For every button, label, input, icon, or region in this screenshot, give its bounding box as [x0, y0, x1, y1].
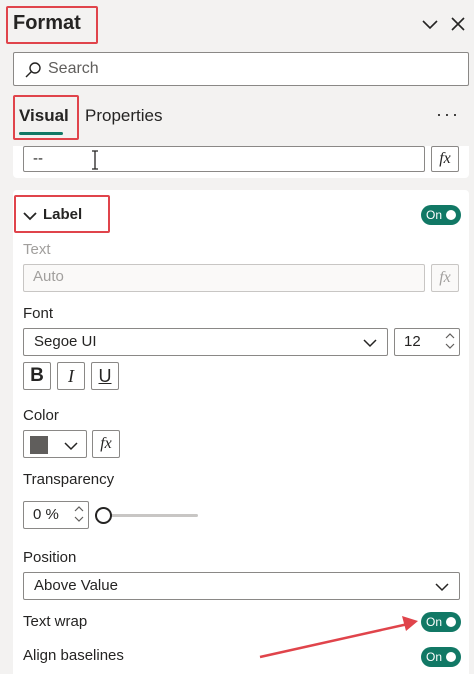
toggle-knob — [446, 652, 456, 662]
header-actions — [420, 14, 468, 34]
transparency-stepper[interactable]: 0 % — [23, 501, 89, 529]
search-input[interactable] — [48, 57, 448, 81]
position-label: Position — [23, 549, 77, 566]
align-baselines-toggle[interactable]: On — [421, 647, 461, 667]
search-box[interactable] — [13, 52, 469, 86]
font-label: Font — [23, 305, 54, 322]
underline-button[interactable]: U — [91, 362, 119, 390]
text-wrap-label: Text wrap — [23, 613, 88, 630]
color-picker[interactable] — [23, 430, 87, 458]
chevron-down-icon — [435, 583, 449, 592]
color-label: Color — [23, 407, 59, 424]
decrement-icon[interactable] — [74, 515, 84, 523]
color-swatch — [30, 436, 48, 454]
format-pane-header: Format — [0, 0, 474, 52]
transparency-slider-track[interactable] — [108, 514, 198, 517]
font-size-value: 12 — [404, 333, 421, 350]
color-fx-button[interactable]: fx — [92, 430, 120, 458]
text-wrap-toggle-text: On — [426, 615, 443, 629]
label-toggle-text: On — [426, 208, 443, 222]
increment-icon[interactable] — [445, 332, 455, 340]
toggle-knob — [446, 210, 456, 220]
transparency-slider-thumb[interactable] — [95, 507, 112, 524]
previous-fx-button[interactable]: fx — [431, 146, 459, 172]
position-value: Above Value — [34, 577, 118, 594]
text-cursor-icon — [91, 150, 99, 170]
text-label: Text — [23, 241, 51, 258]
bold-button[interactable]: B — [23, 362, 51, 390]
decrement-icon[interactable] — [445, 342, 455, 350]
font-family-value: Segoe UI — [34, 333, 97, 350]
align-baselines-label: Align baselines — [23, 647, 124, 664]
label-toggle[interactable]: On — [421, 205, 461, 225]
toggle-knob — [446, 617, 456, 627]
text-wrap-toggle[interactable]: On — [421, 612, 461, 632]
align-baselines-toggle-text: On — [426, 650, 443, 664]
title-highlight-box — [6, 6, 98, 44]
collapse-chevron-icon[interactable] — [420, 14, 440, 34]
label-highlight-box — [14, 195, 110, 233]
chevron-down-icon — [363, 339, 377, 348]
visual-tab-highlight-box — [13, 95, 79, 140]
text-field[interactable]: Auto — [23, 264, 425, 292]
text-fx-button[interactable]: fx — [431, 264, 459, 292]
transparency-value: 0 % — [33, 506, 59, 523]
previous-text-field[interactable]: -- — [23, 146, 425, 172]
transparency-label: Transparency — [23, 471, 115, 488]
format-tabs: Visual Properties ··· — [0, 92, 474, 142]
increment-icon[interactable] — [74, 505, 84, 513]
font-size-stepper[interactable]: 12 — [394, 328, 460, 356]
chevron-down-icon — [64, 442, 78, 451]
italic-button[interactable]: I — [57, 362, 85, 390]
tab-properties[interactable]: Properties — [85, 106, 162, 126]
close-icon[interactable] — [448, 14, 468, 34]
position-dropdown[interactable]: Above Value — [23, 572, 460, 600]
font-family-dropdown[interactable]: Segoe UI — [23, 328, 388, 356]
more-options-icon[interactable]: ··· — [436, 104, 460, 125]
